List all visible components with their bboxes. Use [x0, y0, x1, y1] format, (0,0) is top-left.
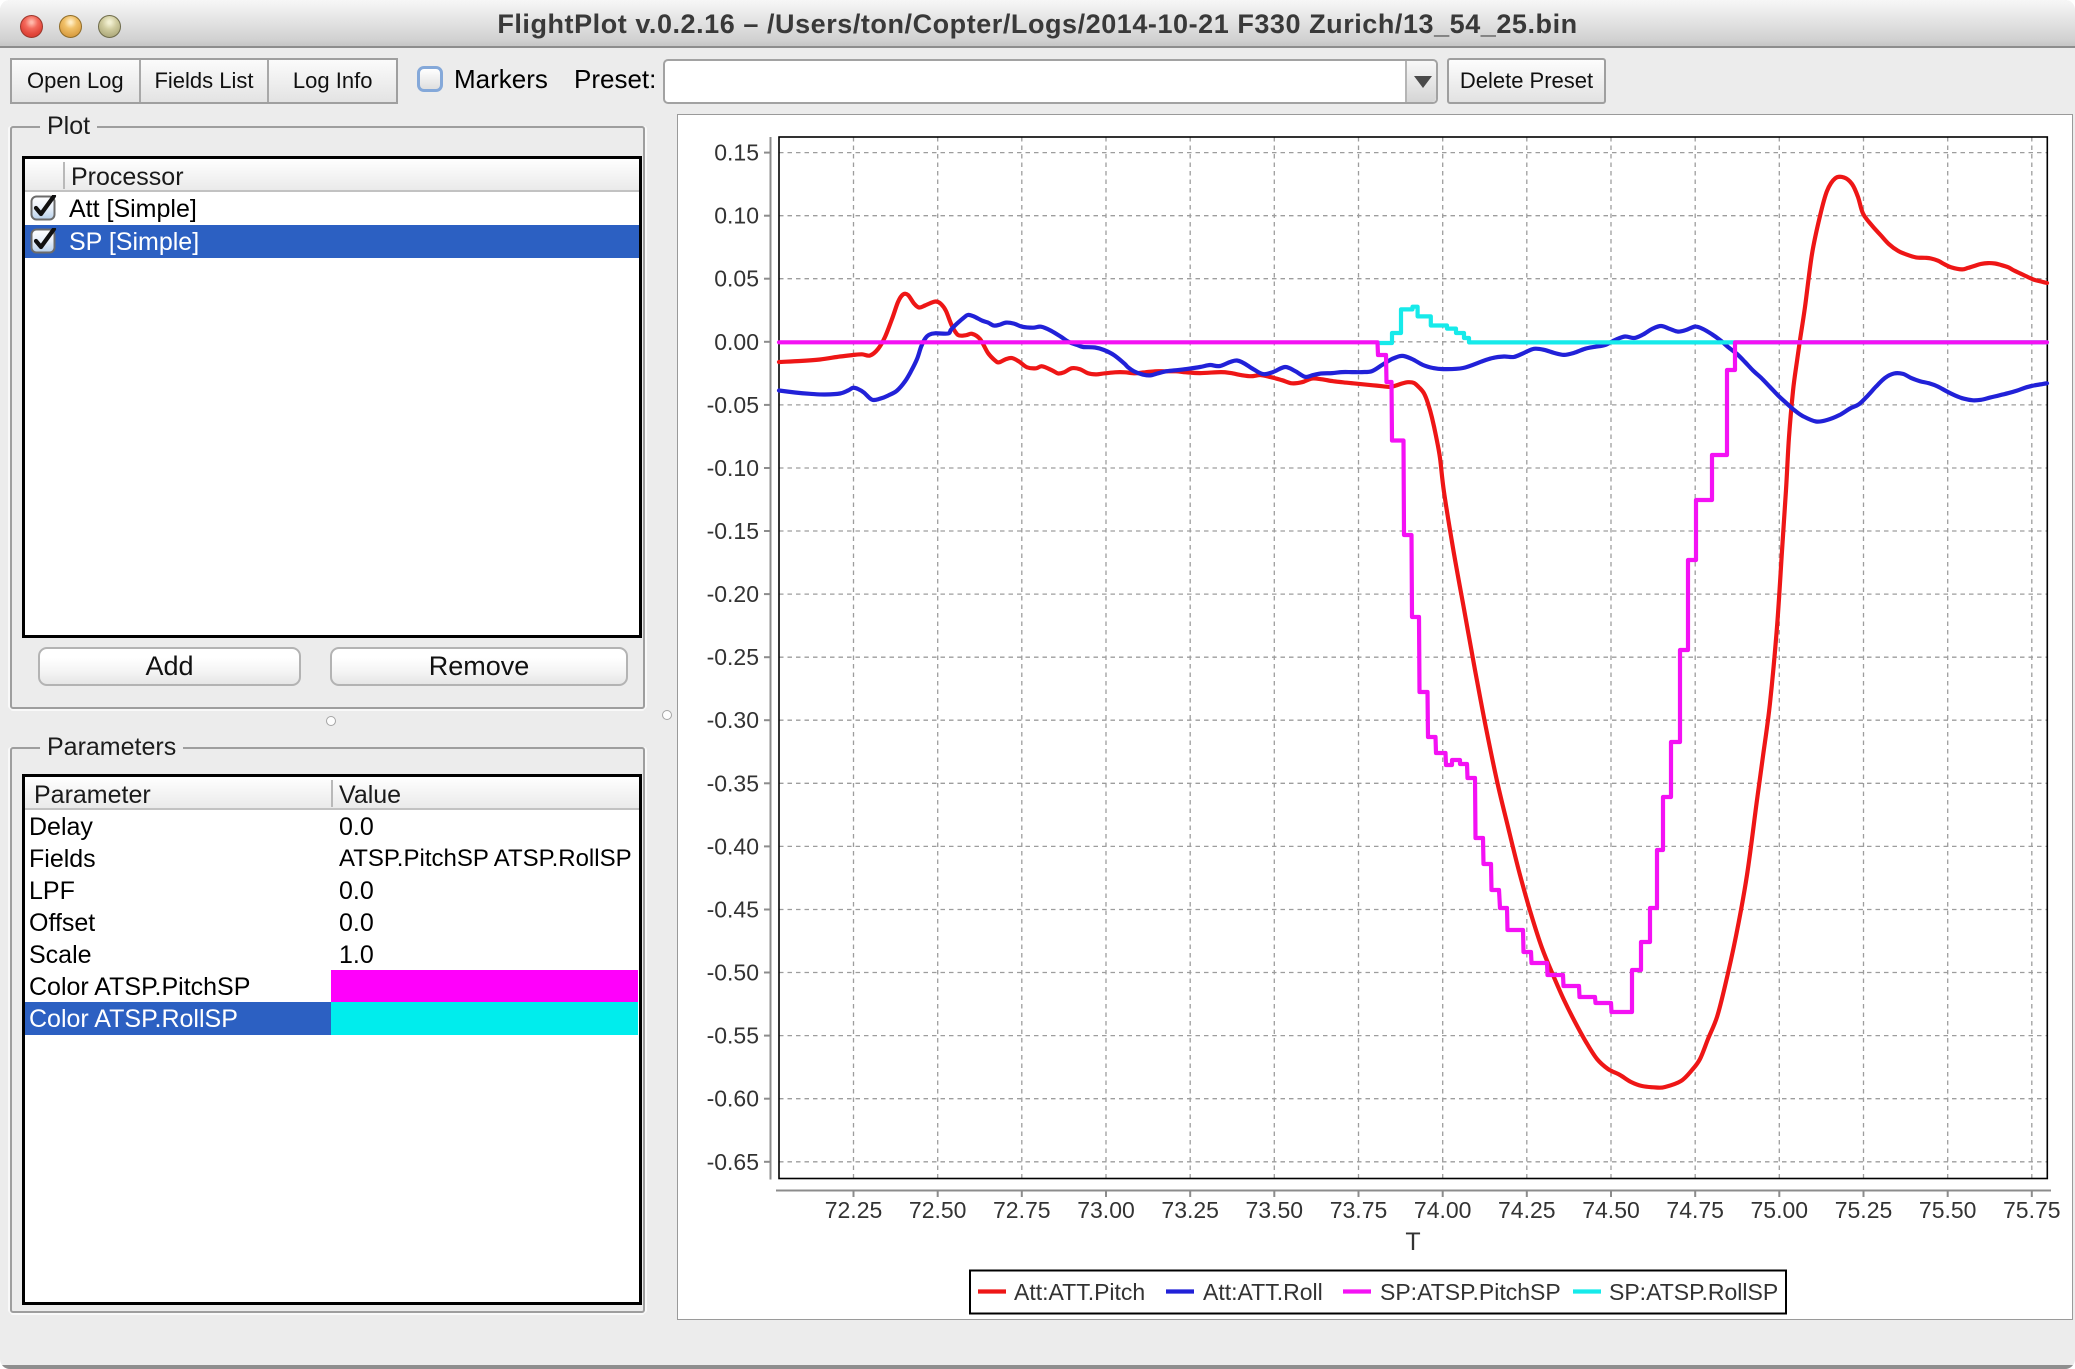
svg-text:T: T: [1405, 1228, 1420, 1256]
svg-text:75.25: 75.25: [1835, 1197, 1893, 1223]
svg-text:-0.20: -0.20: [707, 581, 759, 607]
svg-text:75.50: 75.50: [1919, 1197, 1977, 1223]
svg-text:75.75: 75.75: [2003, 1197, 2061, 1223]
svg-text:-0.50: -0.50: [707, 960, 759, 986]
svg-text:73.25: 73.25: [1161, 1197, 1219, 1223]
svg-text:-0.15: -0.15: [707, 518, 759, 544]
svg-text:-0.60: -0.60: [707, 1086, 759, 1112]
svg-text:72.25: 72.25: [825, 1197, 883, 1223]
svg-text:0.10: 0.10: [714, 203, 759, 229]
svg-text:-0.40: -0.40: [707, 833, 759, 859]
svg-text:74.50: 74.50: [1582, 1197, 1640, 1223]
svg-text:-0.65: -0.65: [707, 1149, 759, 1175]
svg-text:74.75: 74.75: [1666, 1197, 1724, 1223]
svg-text:-0.35: -0.35: [707, 770, 759, 796]
svg-text:0.05: 0.05: [714, 266, 759, 292]
svg-text:73.50: 73.50: [1246, 1197, 1304, 1223]
svg-text:-0.25: -0.25: [707, 644, 759, 670]
svg-text:-0.45: -0.45: [707, 897, 759, 923]
svg-text:SP:ATSP.PitchSP: SP:ATSP.PitchSP: [1380, 1279, 1561, 1305]
svg-text:Att:ATT.Pitch: Att:ATT.Pitch: [1014, 1279, 1145, 1305]
svg-text:0.00: 0.00: [714, 329, 759, 355]
svg-text:74.00: 74.00: [1414, 1197, 1472, 1223]
svg-text:72.50: 72.50: [909, 1197, 967, 1223]
svg-text:-0.30: -0.30: [707, 707, 759, 733]
svg-text:75.00: 75.00: [1751, 1197, 1809, 1223]
svg-text:-0.55: -0.55: [707, 1023, 759, 1049]
svg-text:0.15: 0.15: [714, 140, 759, 166]
svg-text:SP:ATSP.RollSP: SP:ATSP.RollSP: [1609, 1279, 1778, 1305]
svg-text:72.75: 72.75: [993, 1197, 1051, 1223]
svg-text:Att:ATT.Roll: Att:ATT.Roll: [1203, 1279, 1323, 1305]
svg-text:73.75: 73.75: [1330, 1197, 1388, 1223]
svg-text:74.25: 74.25: [1498, 1197, 1556, 1223]
svg-text:-0.05: -0.05: [707, 392, 759, 418]
svg-text:73.00: 73.00: [1077, 1197, 1135, 1223]
svg-text:-0.10: -0.10: [707, 455, 759, 481]
